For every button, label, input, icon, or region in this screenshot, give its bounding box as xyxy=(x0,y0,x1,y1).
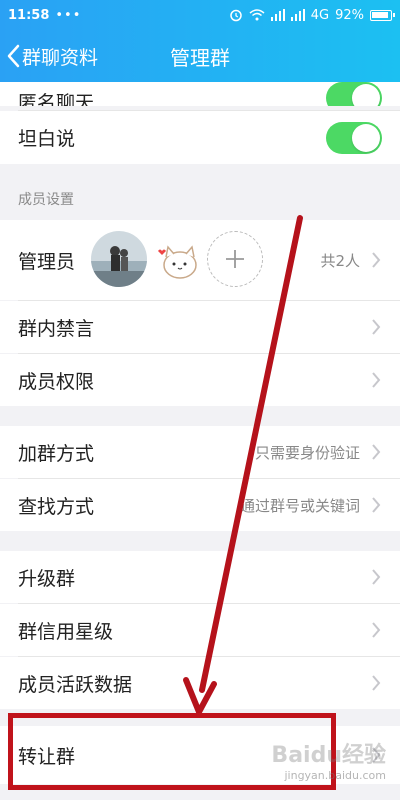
watermark-url: jingyan.baidu.com xyxy=(284,769,386,782)
baidu-watermark: Baidu经验 jingyan.baidu.com xyxy=(271,737,386,782)
watermark-brand: Baidu经验 xyxy=(271,743,386,768)
annotation-arrow xyxy=(183,215,303,715)
